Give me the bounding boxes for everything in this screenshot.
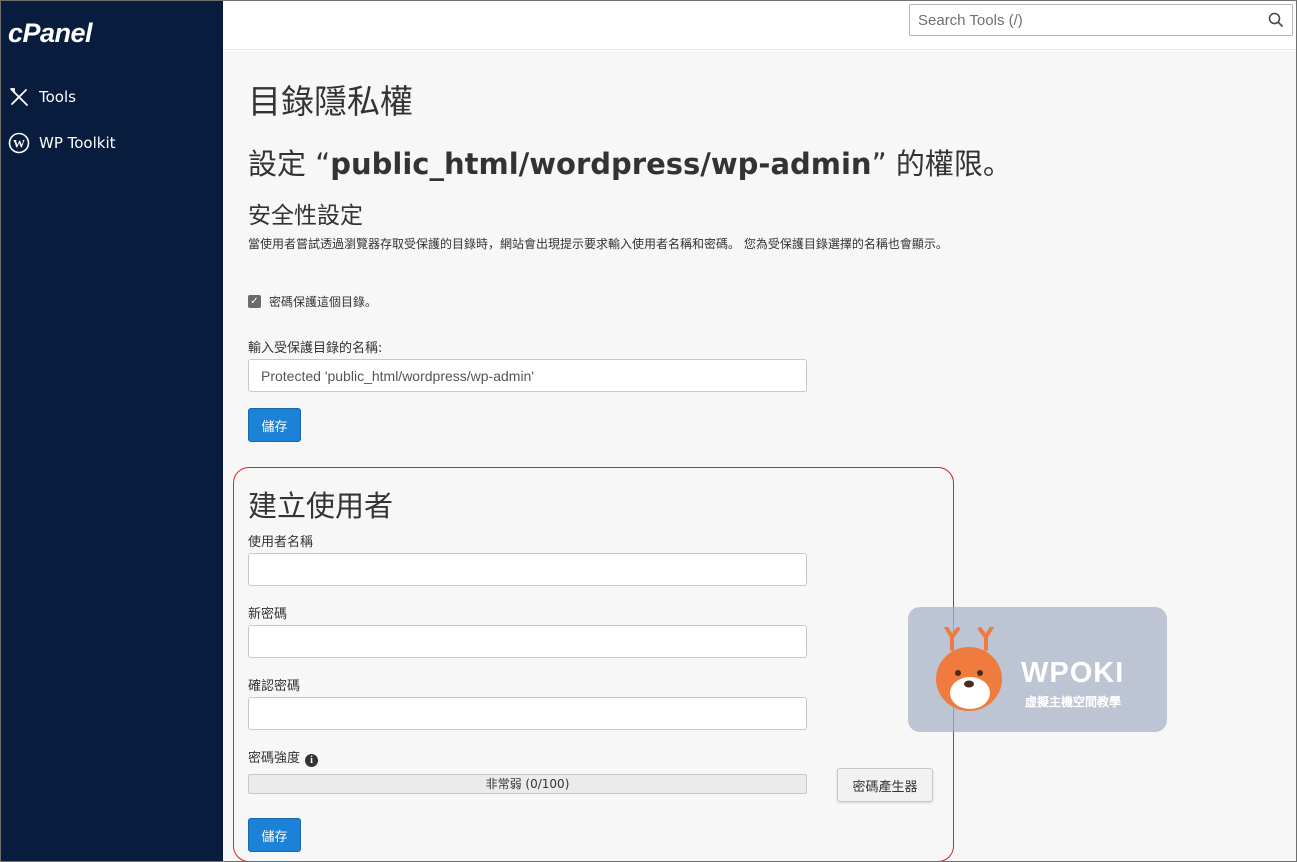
watermark-subtitle: 虛擬主機空間教學 (1025, 695, 1122, 709)
create-user-highlight (233, 467, 954, 862)
protect-directory-option[interactable]: ✓ 密碼保護這個目錄。 (248, 293, 377, 310)
sidebar-item-tools[interactable]: Tools (8, 84, 76, 110)
protected-name-input[interactable] (248, 359, 807, 392)
create-user-title: 建立使用者 (248, 489, 394, 523)
permissions-prefix: 設定 “ (248, 147, 331, 181)
password-strength-meter: 非常弱 (0/100) (248, 774, 807, 794)
confirm-password-input[interactable] (248, 697, 807, 730)
sidebar: cPanel Tools W WP Toolkit (0, 0, 223, 862)
new-password-label: 新密碼 (248, 607, 288, 622)
protect-directory-checkbox[interactable]: ✓ (248, 295, 261, 308)
cpanel-logo[interactable]: cPanel (8, 18, 93, 49)
security-settings-title: 安全性設定 (248, 203, 363, 229)
deer-mascot-icon (930, 625, 1010, 717)
permissions-suffix: ” 的權限。 (871, 147, 1012, 181)
top-bar (223, 0, 1297, 50)
confirm-password-label: 確認密碼 (248, 679, 301, 694)
tools-icon (8, 86, 30, 108)
page-title: 目錄隱私權 (248, 82, 413, 121)
sidebar-item-wp-toolkit[interactable]: W WP Toolkit (8, 130, 116, 156)
password-strength-label-row: 密碼強度 i (248, 747, 319, 767)
search-box (909, 4, 1293, 36)
save-user-button[interactable]: 儲存 (248, 818, 301, 852)
save-security-button[interactable]: 儲存 (248, 408, 301, 442)
new-password-input[interactable] (248, 625, 807, 658)
protected-name-label: 輸入受保護目錄的名稱: (248, 341, 383, 356)
sidebar-item-label: WP Toolkit (39, 134, 116, 152)
security-description: 當使用者嘗試透過瀏覽器存取受保護的目錄時，網站會出現提示要求輸入使用者名稱和密碼… (248, 237, 948, 251)
permissions-heading: 設定 “public_html/wordpress/wp-admin” 的權限。 (248, 141, 1012, 183)
password-strength-label: 密碼強度 (248, 751, 301, 766)
search-icon[interactable] (1268, 12, 1284, 28)
username-label: 使用者名稱 (248, 535, 314, 550)
wordpress-icon: W (8, 132, 30, 154)
directory-path: public_html/wordpress/wp-admin (330, 147, 872, 181)
info-icon[interactable]: i (305, 754, 319, 767)
watermark-brand: WPOKI (1021, 657, 1125, 689)
watermark: WPOKI 虛擬主機空間教學 (908, 607, 1167, 732)
svg-text:W: W (13, 137, 25, 151)
search-input[interactable] (910, 5, 1260, 35)
sidebar-item-label: Tools (39, 88, 76, 106)
main-content: 目錄隱私權 設定 “public_html/wordpress/wp-admin… (223, 51, 1297, 862)
password-generator-button[interactable]: 密碼產生器 (837, 768, 933, 802)
protect-directory-label: 密碼保護這個目錄。 (269, 295, 378, 309)
username-input[interactable] (248, 553, 807, 586)
